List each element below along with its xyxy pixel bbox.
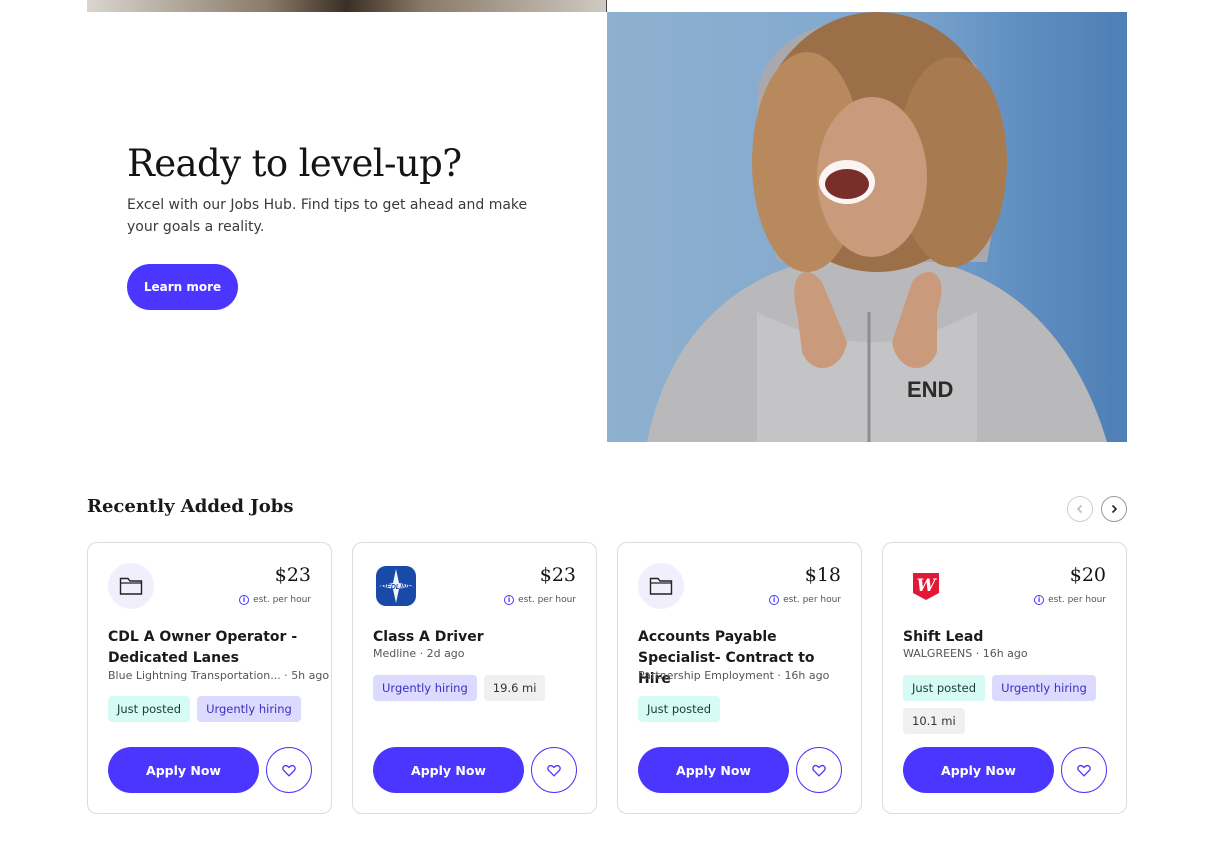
info-icon[interactable]: i: [239, 595, 250, 605]
job-card[interactable]: MEDLINE $23 i est. per hour Class A Drive…: [352, 542, 597, 814]
pay-estimate: $23 i est. per hour: [504, 563, 576, 605]
info-icon[interactable]: i: [1034, 595, 1045, 605]
tag-list: Just posted: [638, 696, 853, 722]
company-logo: MEDLINE: [373, 563, 419, 609]
svg-text:W: W: [916, 576, 937, 596]
company-name: Partnership Employment: [638, 669, 774, 682]
pay-note: est. per hour: [783, 595, 841, 605]
medline-logo: MEDLINE: [376, 566, 416, 606]
pay-estimate: $20 i est. per hour: [1034, 563, 1106, 605]
company-name: Blue Lightning Transportation...: [108, 669, 281, 682]
pay-estimate: $18 i est. per hour: [769, 563, 841, 605]
tag-distance: 10.1 mi: [903, 708, 965, 734]
job-card[interactable]: W $20 i est. per hour Shift Lead WALGREEN…: [882, 542, 1127, 814]
apply-now-button[interactable]: Apply Now: [373, 747, 524, 793]
hero-photo: END: [607, 12, 1127, 442]
posted-time: 16h ago: [982, 647, 1028, 660]
smiling-woman-illustration: END: [647, 12, 1107, 442]
tag-distance: 19.6 mi: [483, 675, 546, 701]
pay-amount: $20: [1069, 564, 1106, 586]
svg-text:MEDLINE: MEDLINE: [380, 584, 412, 591]
save-job-button[interactable]: [796, 747, 842, 793]
pay-amount: $18: [804, 564, 841, 586]
pay-amount: $23: [274, 564, 311, 586]
chevron-left-icon: [1076, 504, 1083, 514]
save-job-button[interactable]: [266, 747, 312, 793]
heart-icon: [812, 764, 826, 777]
learn-more-button[interactable]: Learn more: [127, 264, 238, 310]
job-title[interactable]: CDL A Owner Operator - Dedicated Lanes: [108, 627, 318, 669]
tag-just-posted: Just posted: [108, 696, 191, 722]
folder-icon: [119, 577, 143, 595]
previous-section-image: [87, 0, 607, 12]
job-meta: Partnership Employment · 16h ago: [638, 669, 830, 682]
pay-note: est. per hour: [1048, 595, 1106, 605]
pay-note: est. per hour: [253, 595, 311, 605]
tag-urgently-hiring: Urgently hiring: [373, 675, 477, 701]
pay-estimate: $23 i est. per hour: [239, 563, 311, 605]
chevron-right-icon: [1111, 504, 1118, 514]
tag-list: Just posted Urgently hiring 10.1 mi: [903, 675, 1118, 734]
section-title: Recently Added Jobs: [87, 496, 294, 517]
heart-icon: [547, 764, 561, 777]
company-logo: [108, 563, 154, 609]
carousel-prev-button[interactable]: [1067, 496, 1093, 522]
company-logo: W: [903, 563, 949, 609]
job-title[interactable]: Class A Driver: [373, 627, 583, 648]
apply-now-button[interactable]: Apply Now: [108, 747, 259, 793]
tag-list: Just posted Urgently hiring: [108, 696, 323, 722]
job-card[interactable]: $23 i est. per hour CDL A Owner Operator …: [87, 542, 332, 814]
posted-time: 2d ago: [426, 647, 465, 660]
hero-title: Ready to level-up?: [127, 142, 462, 185]
pay-note: est. per hour: [518, 595, 576, 605]
save-job-button[interactable]: [531, 747, 577, 793]
apply-now-button[interactable]: Apply Now: [638, 747, 789, 793]
company-name: WALGREENS: [903, 647, 973, 660]
tag-just-posted: Just posted: [638, 696, 721, 722]
job-meta: WALGREENS · 16h ago: [903, 647, 1028, 660]
job-title[interactable]: Shift Lead: [903, 627, 1113, 648]
company-logo: [638, 563, 684, 609]
posted-time: 5h ago: [291, 669, 330, 682]
job-card[interactable]: $18 i est. per hour Accounts Payable Spec…: [617, 542, 862, 814]
tag-urgently-hiring: Urgently hiring: [197, 696, 301, 722]
heart-icon: [282, 764, 296, 777]
pay-amount: $23: [539, 564, 576, 586]
carousel-next-button[interactable]: [1101, 496, 1127, 522]
apply-now-button[interactable]: Apply Now: [903, 747, 1054, 793]
info-icon[interactable]: i: [504, 595, 515, 605]
save-job-button[interactable]: [1061, 747, 1107, 793]
company-name: Medline: [373, 647, 417, 660]
tag-just-posted: Just posted: [903, 675, 986, 701]
info-icon[interactable]: i: [769, 595, 780, 605]
tag-urgently-hiring: Urgently hiring: [992, 675, 1096, 701]
tag-list: Urgently hiring 19.6 mi: [373, 675, 588, 701]
posted-time: 16h ago: [784, 669, 830, 682]
hero-subtitle: Excel with our Jobs Hub. Find tips to ge…: [127, 197, 528, 235]
svg-text:END: END: [907, 377, 953, 402]
job-meta: Blue Lightning Transportation... · 5h ag…: [108, 669, 330, 682]
hero-text: Ready to level-up? Excel with our Jobs H…: [127, 140, 567, 238]
folder-icon: [649, 577, 673, 595]
job-meta: Medline · 2d ago: [373, 647, 465, 660]
walgreens-logo: W: [913, 573, 939, 600]
heart-icon: [1077, 764, 1091, 777]
